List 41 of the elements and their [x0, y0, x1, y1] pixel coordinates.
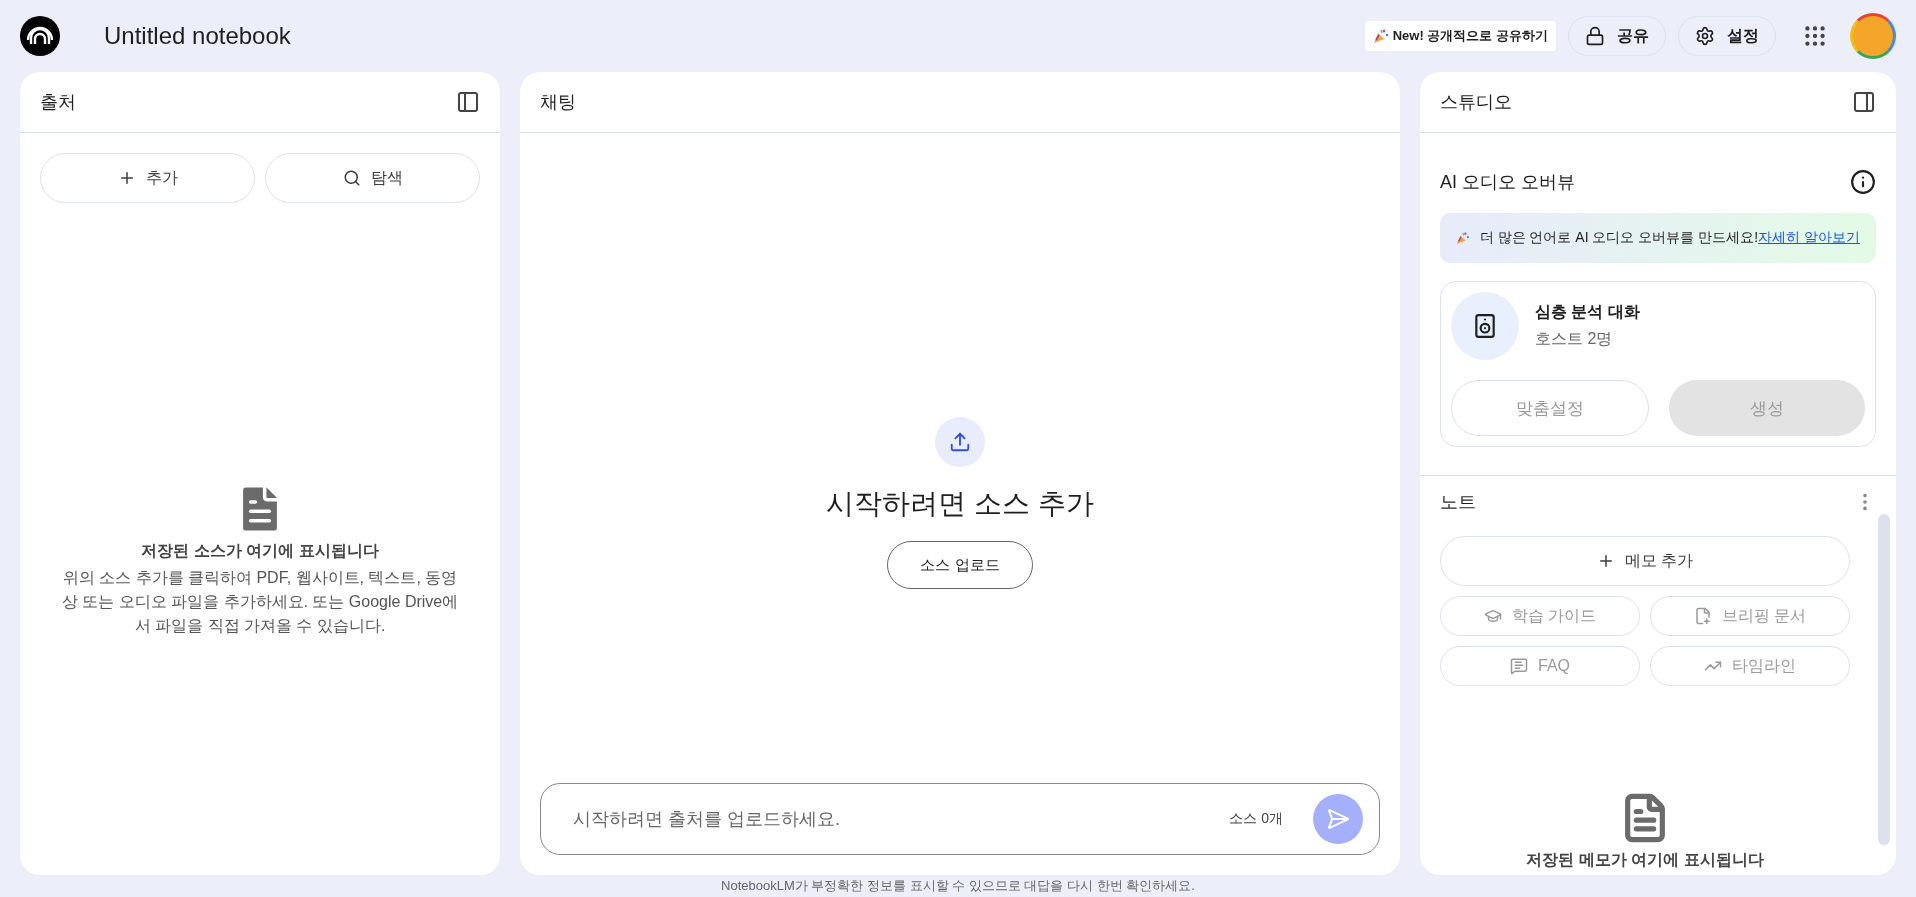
disclaimer-text: NotebookLM가 부정확한 정보를 표시할 수 있으므로 대답을 다시 한번 확인하세요. [720, 877, 1196, 895]
upload-source-button[interactable]: 소스 업로드 [887, 541, 1033, 589]
message-icon [1510, 657, 1528, 675]
empty-description: 위의 소스 추가를 클릭하여 PDF, 웹사이트, 텍스트, 동영상 또는 오디오 파일을 추가하세요. 또는 Google Drive에서 파일을 직접 가져올 수 있습니다. [60, 567, 460, 636]
discover-button[interactable]: 탐색 [265, 153, 480, 203]
empty-heading: 시작하려면 소스 추가 [826, 487, 1094, 521]
logo-icon[interactable] [20, 16, 60, 56]
empty-title: 저장된 소스가 여기에 표시됩니다 [141, 540, 379, 561]
panel-toggle-icon[interactable] [1852, 90, 1876, 114]
empty-notes-text: 저장된 메모가 여기에 표시됩니다 [1526, 850, 1764, 870]
apps-grid-icon[interactable] [1802, 23, 1828, 49]
notebook-title[interactable]: Untitled notebook [104, 22, 1353, 50]
panel-title: 스튜디오 [1440, 91, 1512, 114]
settings-button[interactable]: 설정 [1678, 16, 1776, 56]
upload-icon [935, 417, 985, 467]
card-subtitle: 호스트 2명 [1535, 329, 1614, 349]
section-title: 노트 [1440, 491, 1476, 514]
graduation-cap-icon [1483, 607, 1502, 625]
add-source-button[interactable]: 추가 [40, 153, 255, 203]
lock-icon [1585, 26, 1605, 46]
share-button[interactable]: 공유 [1568, 16, 1666, 56]
card-title: 심층 분석 대화 [1535, 302, 1640, 322]
panel-title: 채팅 [540, 91, 576, 114]
panel-title: 출처 [40, 91, 76, 114]
scrollbar[interactable] [1878, 514, 1890, 845]
party-popper-icon [1456, 230, 1470, 246]
promo-chip[interactable]: New! 공개적으로 공유하기 [1364, 21, 1556, 51]
section-title: AI 오디오 오버뷰 [1440, 171, 1575, 194]
avatar[interactable] [1850, 13, 1896, 59]
info-icon[interactable] [1850, 169, 1876, 195]
add-note-button[interactable]: 메모 추가 [1440, 536, 1850, 586]
source-count: 소스 0개 [1229, 810, 1283, 828]
banner-text: 더 많은 언어로 AI 오디오 오버뷰를 만드세요!자세히 알아보기 [1479, 229, 1860, 247]
party-popper-icon [1372, 28, 1389, 44]
learn-more-link[interactable]: 자세히 알아보기 [1758, 229, 1860, 245]
send-icon [1326, 807, 1350, 831]
settings-icon [1695, 26, 1715, 46]
document-plus-icon [1693, 607, 1712, 625]
panel-toggle-icon[interactable] [456, 90, 480, 114]
promo-text: New! 공개적으로 공유하기 [1392, 27, 1548, 45]
search-icon [342, 169, 361, 187]
